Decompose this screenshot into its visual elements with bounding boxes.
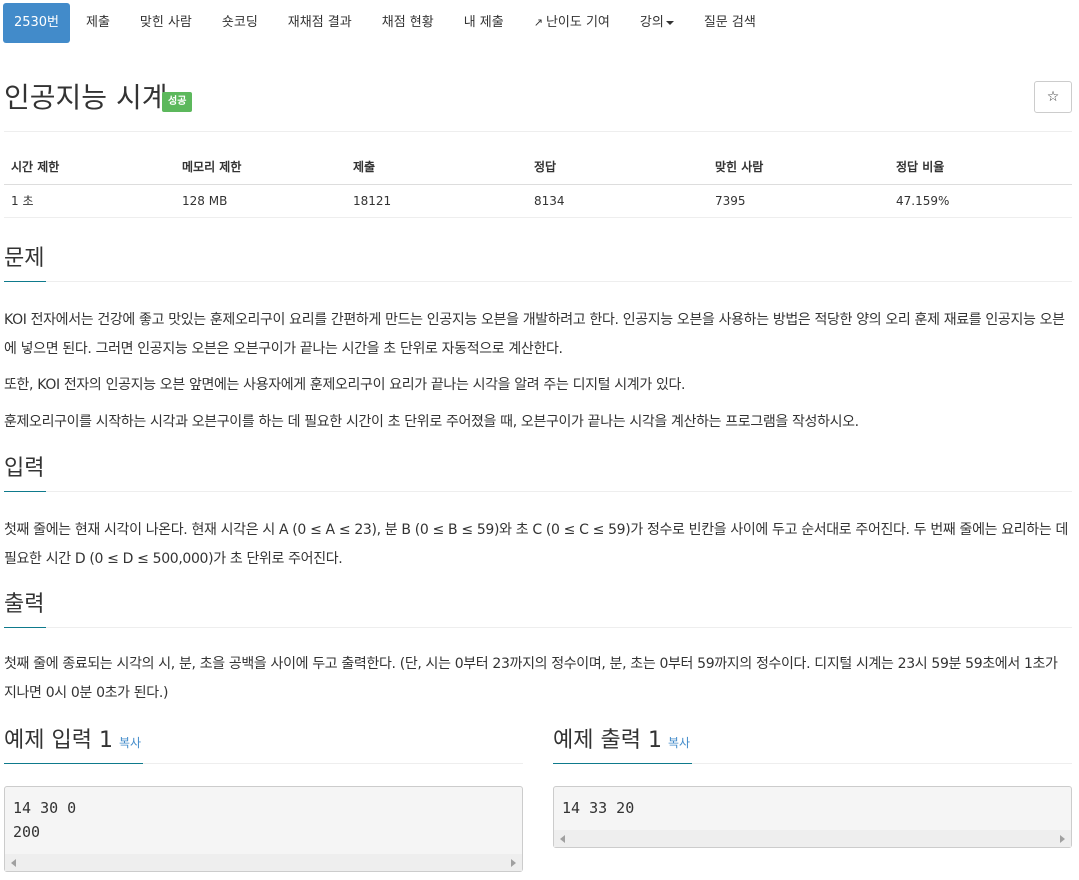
- scroll-left-icon[interactable]: [11, 859, 16, 867]
- caret-down-icon: [665, 20, 674, 25]
- sample-output-title-text: 예제 출력 1: [553, 728, 662, 753]
- tab-problem[interactable]: 2530번: [3, 3, 70, 43]
- status-badge: 성공: [162, 92, 193, 112]
- scroll-right-icon[interactable]: [1060, 835, 1065, 843]
- time-limit-value: 1 초: [4, 184, 175, 218]
- sample-output-title: 예제 출력 1 복사: [553, 726, 693, 764]
- tab-lectures-label: 강의: [639, 15, 664, 30]
- copy-sample-output-link[interactable]: 복사: [668, 736, 690, 750]
- scroll-right-icon[interactable]: [511, 859, 516, 867]
- header-submissions: 제출: [346, 150, 527, 185]
- memory-limit-value: 128 MB: [175, 184, 346, 218]
- accepted-value: 8134: [527, 184, 708, 218]
- input-description: 첫째 줄에는 현재 시각이 나온다. 현재 시각은 시 A (0 ≤ A ≤ 2…: [4, 522, 1068, 567]
- horizontal-scrollbar[interactable]: [5, 854, 522, 871]
- header-accepted: 정답: [527, 150, 708, 185]
- tab-solvers[interactable]: 맞힌 사람: [126, 3, 206, 43]
- problem-nav-tabs: 2530번 제출 맞힌 사람 숏코딩 재채점 결과 채점 현황 내 제출 ↗ 난이…: [0, 0, 1079, 46]
- sample-input-header: 예제 입력 1 복사: [4, 726, 523, 764]
- copy-sample-input-link[interactable]: 복사: [119, 736, 141, 750]
- problem-description: KOI 전자에서는 건강에 좋고 맛있는 훈제오리구이 요리를 간편하게 만드는…: [4, 312, 1065, 357]
- input-section-header: 입력: [4, 454, 1072, 492]
- problem-info-table: 시간 제한 메모리 제한 제출 정답 맞힌 사람 정답 비율 1 초 128 M…: [4, 150, 1072, 218]
- external-link-icon: ↗: [533, 16, 543, 29]
- header-time-limit: 시간 제한: [4, 150, 175, 185]
- sample-input-box[interactable]: 14 30 0 200: [4, 786, 523, 872]
- table-header-row: 시간 제한 메모리 제한 제출 정답 맞힌 사람 정답 비율: [4, 150, 1072, 185]
- header-accept-ratio: 정답 비율: [889, 150, 1072, 185]
- input-section-title: 입력: [4, 454, 47, 492]
- output-description: 첫째 줄에 종료되는 시각의 시, 분, 초을 공백을 사이에 두고 출력한다.…: [4, 656, 1058, 701]
- sample-input-text: 14 30 0 200: [13, 799, 77, 841]
- problem-section-header: 문제: [4, 244, 1072, 282]
- submissions-value: 18121: [346, 184, 527, 218]
- problem-description: 훈제오리구이를 시작하는 시각과 오븐구이를 하는 데 필요한 시간이 초 단위…: [4, 414, 859, 430]
- problem-title: 인공지능 시계: [4, 81, 168, 114]
- tab-difficulty-label: 난이도 기여: [545, 15, 610, 30]
- sample-input-title: 예제 입력 1 복사: [4, 726, 144, 764]
- problem-title-row: 인공지능 시계 성공 ☆: [4, 80, 1072, 132]
- tab-judge-status[interactable]: 채점 현황: [368, 3, 448, 43]
- tab-lectures-dropdown[interactable]: 강의: [626, 3, 688, 43]
- tab-short-coding[interactable]: 숏코딩: [208, 3, 272, 43]
- star-button[interactable]: ☆: [1034, 81, 1072, 113]
- output-section-title: 출력: [4, 590, 47, 628]
- solvers-value: 7395: [708, 184, 889, 218]
- header-memory-limit: 메모리 제한: [175, 150, 346, 185]
- tab-rejudge-results[interactable]: 재채점 결과: [274, 3, 366, 43]
- tab-question-search[interactable]: 질문 검색: [690, 3, 770, 43]
- sample-output-box[interactable]: 14 33 20: [553, 786, 1072, 848]
- star-icon: ☆: [1046, 89, 1060, 105]
- table-row: 1 초 128 MB 18121 8134 7395 47.159%: [4, 184, 1072, 218]
- tab-submit[interactable]: 제출: [72, 3, 124, 43]
- problem-section-title: 문제: [4, 244, 47, 282]
- scroll-left-icon[interactable]: [560, 835, 565, 843]
- header-solvers: 맞힌 사람: [708, 150, 889, 185]
- accept-ratio-value: 47.159%: [889, 184, 1072, 218]
- sample-output-header: 예제 출력 1 복사: [553, 726, 1072, 764]
- output-section-header: 출력: [4, 590, 1072, 628]
- sample-output-text: 14 33 20: [562, 799, 635, 817]
- sample-input-title-text: 예제 입력 1: [4, 728, 113, 753]
- horizontal-scrollbar[interactable]: [554, 830, 1071, 847]
- problem-description: 또한, KOI 전자의 인공지능 오븐 앞면에는 사용자에게 훈제오리구이 요리…: [4, 377, 686, 393]
- tab-difficulty-contribution[interactable]: ↗ 난이도 기여: [520, 3, 624, 43]
- tab-my-submissions[interactable]: 내 제출: [450, 3, 518, 43]
